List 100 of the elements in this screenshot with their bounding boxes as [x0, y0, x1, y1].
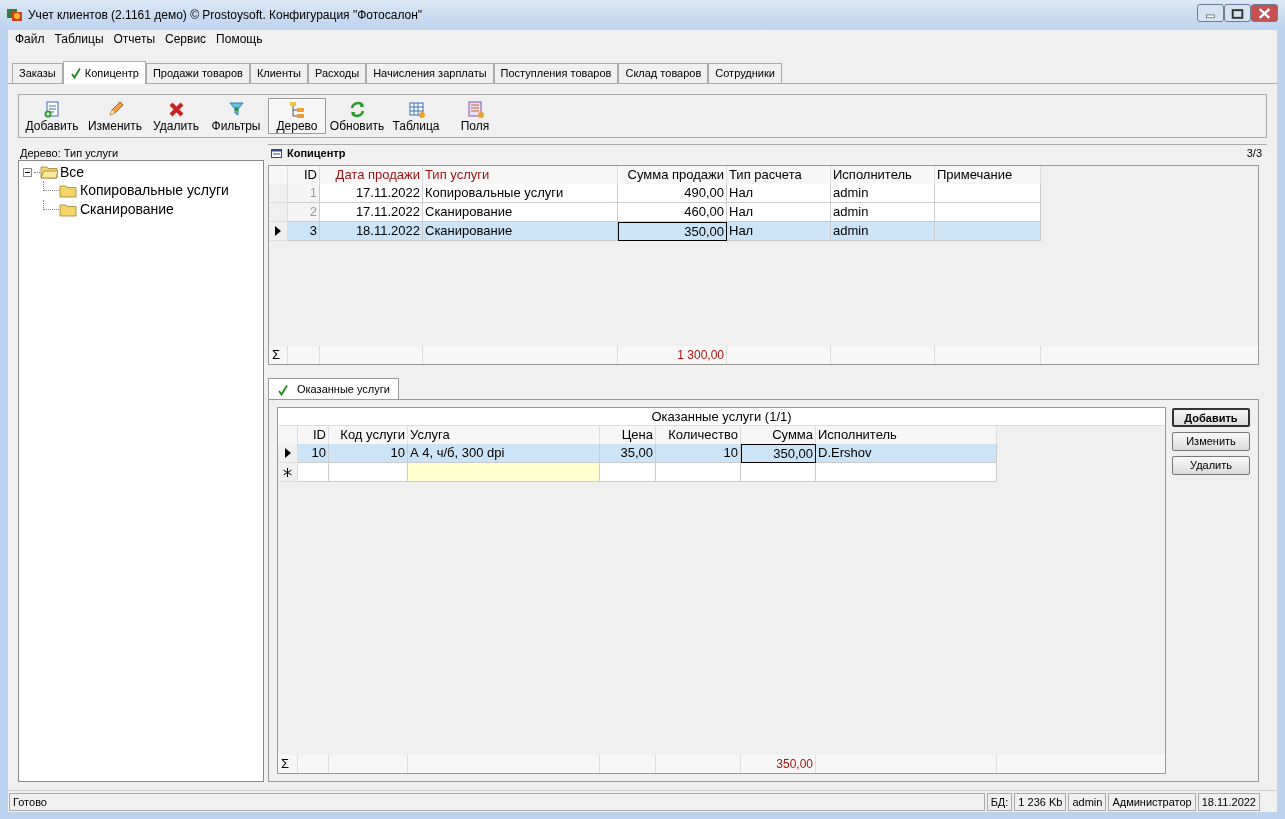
table-cell: 10 — [329, 444, 408, 463]
row-pointer-icon — [275, 226, 281, 236]
close-icon — [1258, 7, 1271, 19]
toolbar-button[interactable]: Дерево — [268, 98, 326, 134]
table-cell: 1 — [288, 184, 320, 203]
tab[interactable]: Заказы — [12, 63, 63, 83]
close-button[interactable] — [1251, 4, 1278, 22]
table-cell: 10 — [656, 444, 741, 463]
tab[interactable]: Расходы — [308, 63, 367, 83]
column-header[interactable]: Исполнитель — [831, 166, 935, 184]
app-icon — [6, 6, 24, 24]
tab[interactable]: Копицентр — [62, 61, 146, 84]
table-cell: D.Ershov — [816, 444, 997, 463]
table-cell[interactable] — [600, 463, 656, 482]
table-cell[interactable] — [741, 463, 816, 482]
column-header[interactable]: Услуга — [408, 426, 600, 444]
status-text: Готово — [9, 792, 985, 811]
table-cell: 490,00 — [618, 184, 727, 203]
table-cell: 17.11.2022 — [320, 203, 423, 222]
column-header[interactable]: Количество — [656, 426, 741, 444]
row-header[interactable] — [269, 222, 288, 241]
action-button[interactable]: Удалить — [1172, 456, 1250, 475]
tab[interactable]: Оказанные услуги — [268, 378, 399, 400]
table-cell: Нал — [727, 222, 831, 241]
toolbar-button[interactable]: Фильтры — [206, 98, 266, 134]
table-cell: 3 — [288, 222, 320, 241]
table-cell: admin — [831, 222, 935, 241]
action-button[interactable]: Добавить — [1172, 408, 1250, 427]
tab[interactable]: Поступления товаров — [493, 63, 619, 83]
status-panel: admin — [1068, 792, 1107, 811]
row-header[interactable] — [278, 444, 298, 463]
action-button[interactable]: Изменить — [1172, 432, 1250, 451]
column-header[interactable]: Цена — [600, 426, 656, 444]
table-cell: admin — [831, 184, 935, 203]
column-header[interactable]: Тип услуги — [423, 166, 618, 184]
column-header[interactable]: Примечание — [935, 166, 1041, 184]
menu-item[interactable]: Помощь — [211, 30, 268, 48]
status-panel: Администратор — [1108, 792, 1196, 811]
column-header[interactable]: Тип расчета — [727, 166, 831, 184]
table-cell: 10 — [298, 444, 329, 463]
fields-icon — [465, 99, 485, 119]
collapse-icon[interactable] — [23, 167, 32, 177]
table-cell: admin — [831, 203, 935, 222]
column-header[interactable]: Исполнитель — [816, 426, 997, 444]
tree-item[interactable]: Все — [58, 161, 87, 183]
menu-item[interactable]: Таблицы — [49, 30, 109, 48]
status-panel: БД: — [986, 792, 1013, 811]
toolbar-button[interactable]: Добавить — [22, 98, 82, 134]
table-icon — [406, 99, 426, 119]
sum-sign: Σ — [278, 755, 298, 773]
column-header[interactable]: Сумма — [741, 426, 816, 444]
table-cell: 35,00 — [600, 444, 656, 463]
table-cell[interactable] — [408, 463, 600, 482]
toolbar-button[interactable]: Обновить — [328, 98, 386, 134]
tree-item[interactable]: Сканирование — [77, 199, 177, 220]
row-pointer-icon — [284, 448, 291, 458]
toolbar-button[interactable]: Таблица — [388, 98, 444, 134]
table-cell: 17.11.2022 — [320, 184, 423, 203]
row-header[interactable] — [278, 463, 298, 482]
toolbar-button[interactable]: Поля — [446, 98, 504, 134]
total-cell: 350,00 — [741, 755, 816, 773]
grid-title: Копицентр — [287, 145, 346, 161]
check-icon — [69, 67, 82, 79]
funnel-icon — [226, 99, 246, 119]
record-counter: 3/3 — [1246, 145, 1263, 161]
status-panel: 1 236 Kb — [1014, 792, 1067, 811]
grid-title: Оказанные услуги (1/1) — [278, 408, 1165, 426]
table-cell: Нал — [727, 184, 831, 203]
column-header[interactable]: Дата продажи — [320, 166, 423, 184]
menu-item[interactable]: Отчеты — [108, 30, 160, 48]
tab[interactable]: Клиенты — [249, 63, 308, 83]
tab[interactable]: Продажи товаров — [145, 63, 250, 83]
window-title: Учет клиентов (2.1161 демо) © Prostoysoft. Конфигурация "Фотосалон" — [28, 7, 423, 24]
column-header[interactable]: Сумма продажи — [618, 166, 727, 184]
table-cell[interactable] — [816, 463, 997, 482]
add-document-icon — [42, 99, 62, 119]
tree-item[interactable]: Копировальные услуги — [77, 180, 232, 201]
table-cell[interactable] — [298, 463, 329, 482]
tab[interactable]: Сотрудники — [708, 63, 782, 83]
table-cell: Сканирование — [423, 203, 618, 222]
table-cell[interactable] — [656, 463, 741, 482]
open-folder-icon — [40, 165, 58, 179]
folder-icon — [59, 183, 77, 198]
table-cell: Копировальные услуги — [423, 184, 618, 203]
toolbar-button[interactable]: Изменить — [84, 98, 146, 134]
new-row-icon — [283, 467, 292, 477]
table-cell[interactable] — [329, 463, 408, 482]
tab[interactable]: Склад товаров — [618, 63, 709, 83]
column-header[interactable]: Код услуги — [329, 426, 408, 444]
table-cell: 18.11.2022 — [320, 222, 423, 241]
menu-item[interactable]: Сервис — [160, 30, 212, 48]
column-header[interactable]: ID — [298, 426, 329, 444]
maximize-button[interactable] — [1224, 4, 1251, 22]
table-cell: 350,00 — [741, 444, 816, 463]
tab[interactable]: Начисления зарплаты — [366, 63, 494, 83]
menu-item[interactable]: Файл — [10, 30, 50, 48]
toolbar-button[interactable]: Удалить — [148, 98, 204, 134]
maximize-icon — [1231, 8, 1244, 19]
column-header[interactable]: ID — [288, 166, 320, 184]
table-icon — [271, 147, 282, 159]
